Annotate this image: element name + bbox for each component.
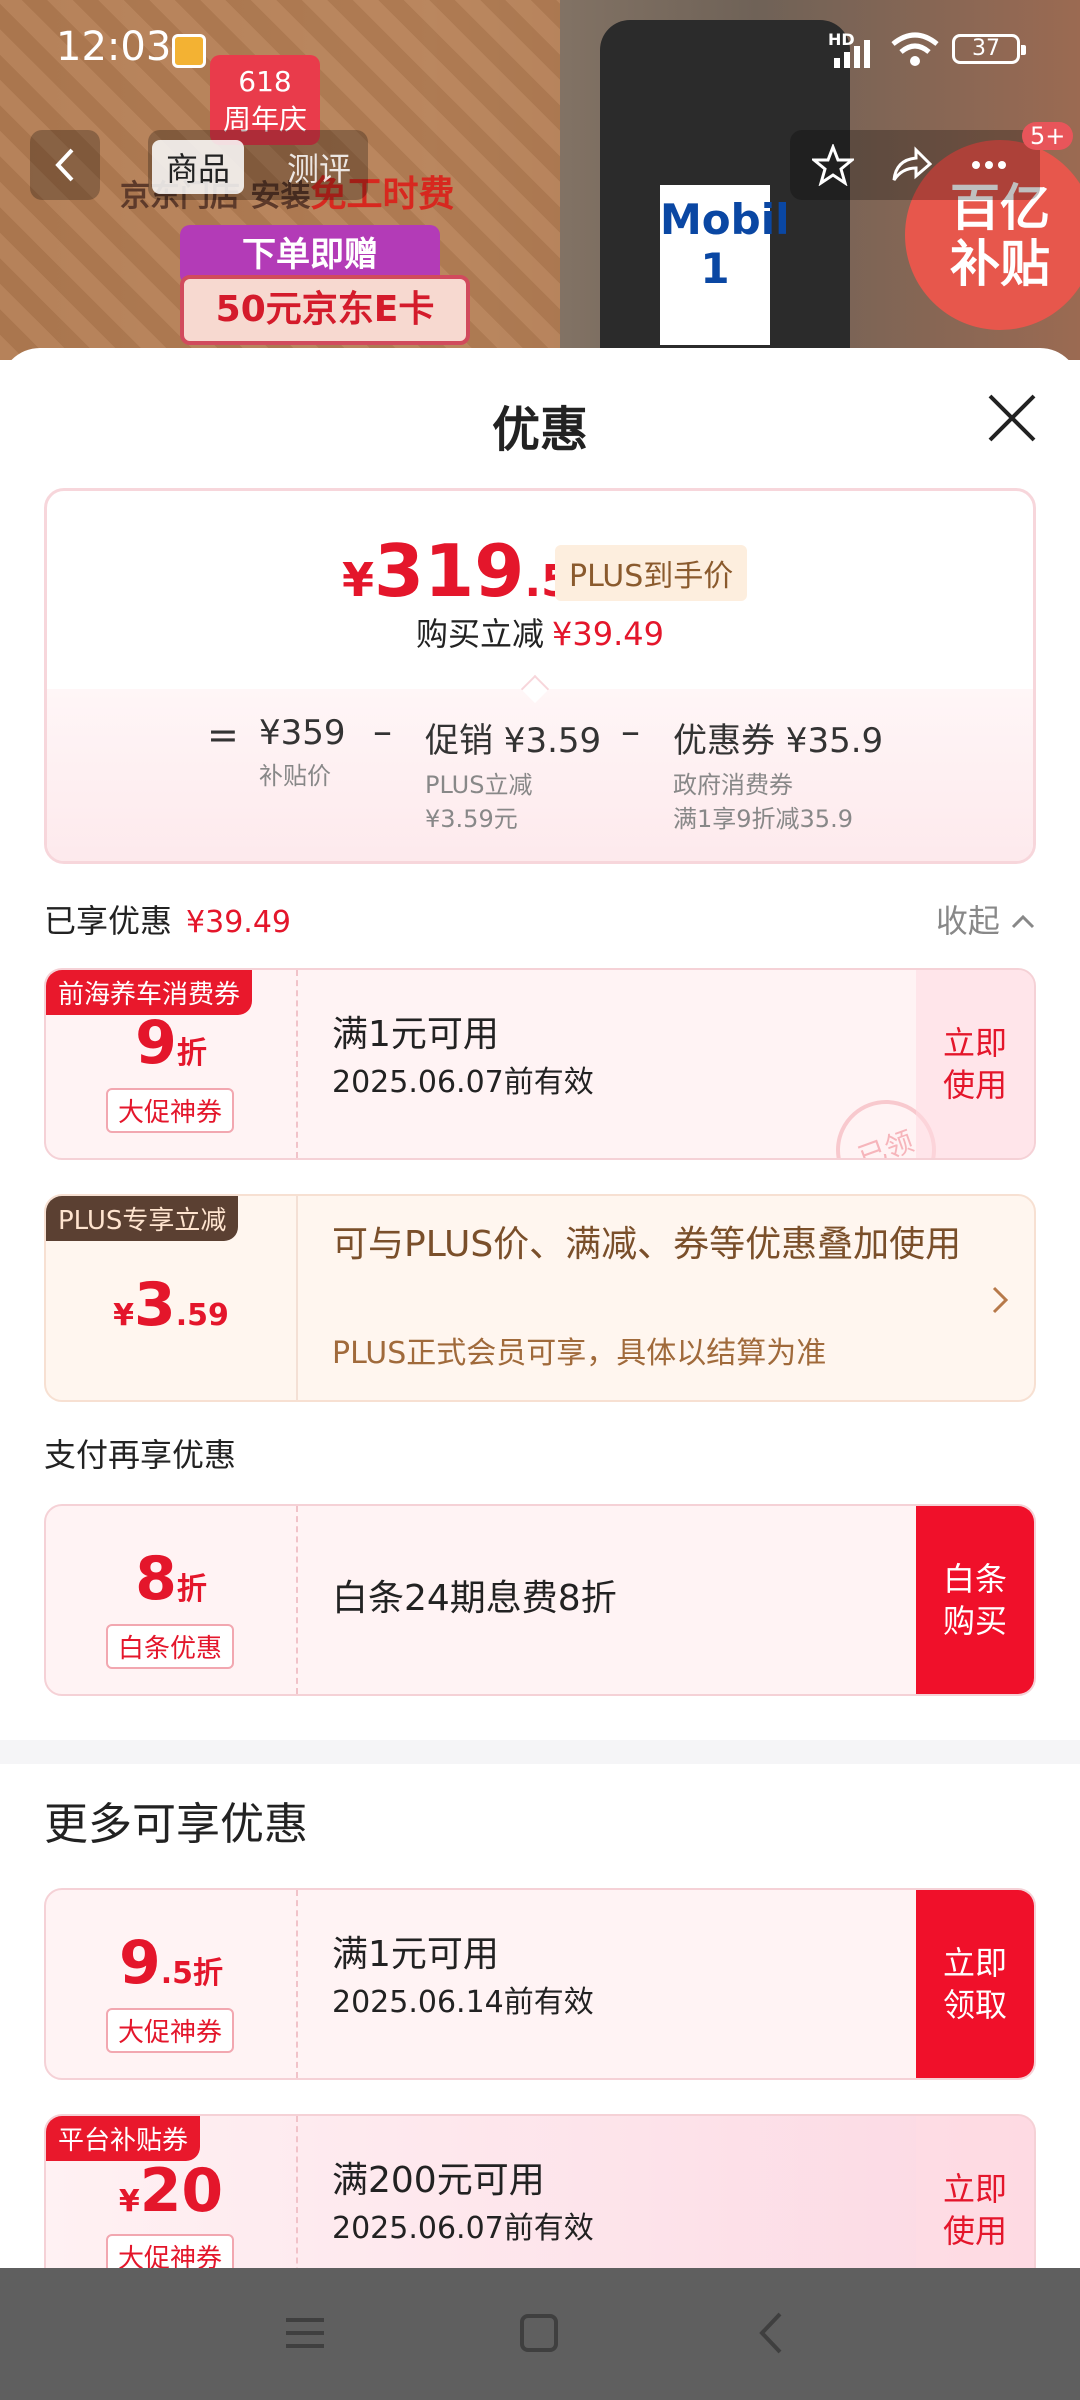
coupon-card: 前海养车消费券 9折 大促神券 满1元可用 2025.06.07前有效 已领 立… [44, 968, 1036, 1160]
back-button[interactable] [30, 130, 100, 200]
equals-sign: = [207, 713, 239, 757]
coupon-divider [296, 970, 298, 1158]
instant-cut-line: 购买立减 ¥39.49 [416, 615, 664, 653]
minus-sign: – [621, 709, 640, 753]
back-arrow-icon [55, 148, 74, 182]
coupon-label: 大促神券 [106, 2008, 235, 2053]
collapse-toggle[interactable]: 收起 [936, 896, 1036, 942]
more-discounts-title: 更多可享优惠 [44, 1799, 308, 1850]
coupon-divider [296, 2116, 298, 2268]
status-bar: 12:03 HD 37 [0, 0, 1080, 96]
coupon-divider [296, 1890, 298, 2078]
claim-now-button[interactable]: 立即 领取 [916, 1890, 1034, 2078]
coupon-item: 优惠券 ¥35.9 政府消费券 满1享9折减35.9 [673, 721, 884, 833]
baitiao-value: 8折 [135, 1544, 207, 1614]
coupon-desc: 满200元可用 2025.06.07前有效 [332, 2160, 594, 2246]
promo-item: 促销 ¥3.59 PLUS立减 ¥3.59元 [425, 721, 602, 833]
home-icon[interactable] [514, 2308, 564, 2358]
wifi-icon [891, 32, 939, 66]
coupon-value: 9.5折 [118, 1928, 224, 1998]
chevron-right-icon [992, 1286, 1009, 1314]
top-right-actions [790, 130, 1040, 200]
baitiao-buy-button[interactable]: 白条 购买 [916, 1506, 1034, 1694]
chevron-up-icon [1011, 914, 1035, 929]
plus-price-tag: PLUS到手价 [555, 545, 748, 601]
product-tabs: 商品 测评 [148, 130, 368, 200]
plus-value: ¥3.59 [113, 1270, 229, 1340]
coupon-value: ¥20 [118, 2156, 224, 2226]
menu-icon[interactable] [280, 2308, 330, 2358]
coupon-desc: 满1元可用 2025.06.07前有效 [332, 1014, 594, 1100]
use-now-button[interactable]: 立即 使用 [916, 2116, 1034, 2268]
discount-sheet: 优惠 ¥319.51 PLUS到手价 购买立减¥39.49 = ¥359 补贴价… [0, 348, 1080, 2268]
section-separator [0, 1740, 1080, 1764]
tab-product[interactable]: 商品 [152, 140, 245, 194]
minus-sign: – [373, 709, 392, 753]
coupon-label: 大促神券 [106, 2234, 235, 2268]
plus-discount-card[interactable]: PLUS专享立减 ¥3.59 可与PLUS价、满减、券等优惠叠加使用 PLUS正… [44, 1194, 1036, 1402]
system-nav-bar [0, 2268, 1080, 2400]
pay-section-title: 支付再享优惠 [44, 1436, 237, 1474]
watermark-text: 猪爸爸啊 [420, 1454, 564, 1494]
coupon-divider [296, 1506, 298, 1694]
plus-note: PLUS正式会员可享，具体以结算为准 [332, 1336, 827, 1371]
close-icon[interactable] [984, 390, 1040, 446]
plus-divider [296, 1196, 298, 1400]
app-notification-icon [172, 34, 206, 68]
favorite-star-icon[interactable] [812, 144, 854, 186]
coupon-value: 9折 [135, 1008, 207, 1078]
enjoyed-discount-row: 已享优惠 ¥39.49 收起 [44, 896, 1036, 940]
clock: 12:03 [56, 24, 172, 70]
more-dots-icon[interactable] [968, 144, 1010, 186]
coupon-ribbon: 平台补贴券 [46, 2116, 201, 2161]
use-now-button[interactable]: 立即 使用 [916, 970, 1034, 1158]
signal-icon [834, 40, 870, 68]
baitiao-label: 白条优惠 [106, 1624, 235, 1669]
tab-reviews[interactable]: 测评 [273, 140, 365, 194]
baitiao-card: 8折 白条优惠 白条24期息费8折 白条 购买 [44, 1504, 1036, 1696]
coupon-desc: 满1元可用 2025.06.14前有效 [332, 1934, 594, 2020]
battery-indicator: 37 [952, 34, 1026, 64]
coupon-card: 9.5折 大促神券 满1元可用 2025.06.14前有效 立即 领取 [44, 1888, 1036, 2080]
share-icon[interactable] [890, 144, 932, 186]
price-breakdown-card: ¥319.51 PLUS到手价 购买立减¥39.49 = ¥359 补贴价 – … [44, 488, 1036, 864]
plus-description: 可与PLUS价、满减、券等优惠叠加使用 [332, 1224, 962, 1265]
coupon-card: 平台补贴券 ¥20 大促神券 满200元可用 2025.06.07前有效 立即 … [44, 2114, 1036, 2268]
plus-ribbon: PLUS专享立减 [46, 1196, 239, 1241]
sheet-title: 优惠 [491, 402, 588, 458]
back-icon[interactable] [748, 2308, 798, 2358]
message-count-badge: 5+ [1022, 122, 1074, 150]
baitiao-desc: 白条24期息费8折 [332, 1578, 617, 1619]
promo-ecard-label: 50元京东E卡 [180, 275, 470, 345]
coupon-label: 大促神券 [106, 1088, 235, 1133]
base-price-item: ¥359 补贴价 [259, 713, 346, 790]
bottle-brand-label: Mobil 1 [660, 185, 790, 345]
